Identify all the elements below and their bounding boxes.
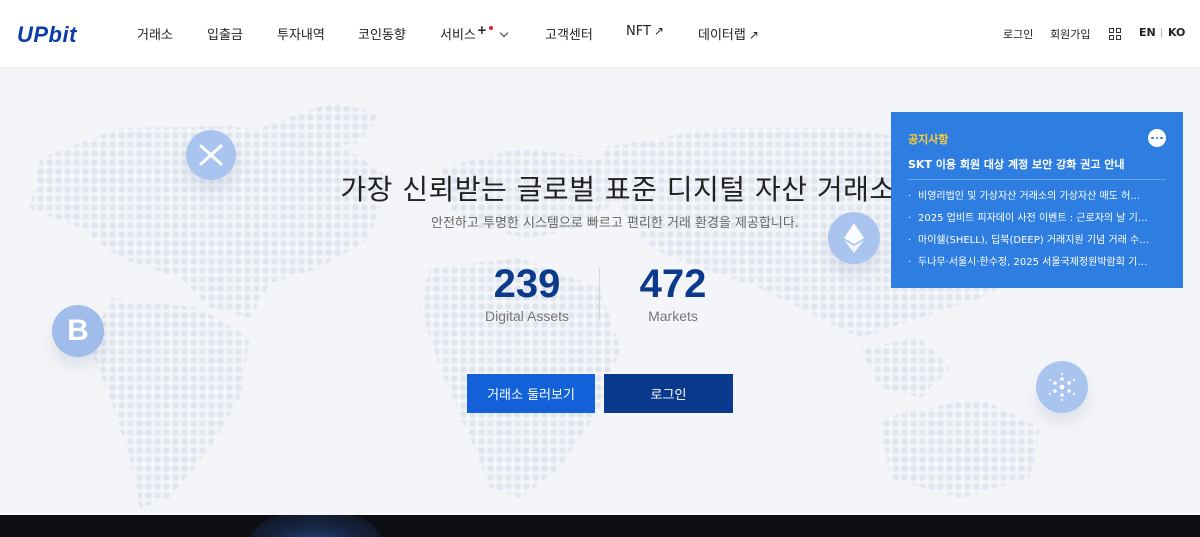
stat-digital-assets: 239 Digital Assets	[477, 262, 577, 324]
nav-customer-center[interactable]: 고객센터	[545, 24, 593, 43]
grid-icon[interactable]	[1109, 28, 1121, 40]
notice-label: 공지사항	[908, 133, 949, 146]
lang-en[interactable]: EN	[1139, 26, 1156, 39]
login-link[interactable]: 로그인	[1003, 26, 1033, 42]
bottom-section	[0, 515, 1200, 537]
hero-login-button[interactable]: 로그인	[604, 374, 733, 413]
nav-deposit-withdraw[interactable]: 입출금	[207, 24, 243, 43]
nav-nft[interactable]: NFT ↗	[626, 24, 664, 39]
chevron-down-icon	[499, 28, 509, 38]
notice-item[interactable]: 마이쉘(SHELL), 딥북(DEEP) 거래지원 기념 거래 수…	[908, 234, 1166, 256]
notice-list: 비영리법인 및 가상자산 거래소의 가상자산 매도 허… 2025 업비트 피자…	[908, 190, 1166, 278]
new-dot-icon	[488, 26, 493, 30]
signup-link[interactable]: 회원가입	[1050, 26, 1090, 42]
notice-headline[interactable]: SKT 이용 회원 대상 계정 보안 강화 권고 안내	[908, 156, 1125, 172]
nav-coin-trends[interactable]: 코인동향	[358, 24, 406, 43]
lang-ko[interactable]: KO	[1168, 26, 1185, 39]
nav-label: 거래소	[137, 28, 173, 43]
nav-label: 데이터랩	[698, 28, 746, 43]
stat-value: 239	[493, 262, 561, 306]
nav-services[interactable]: 서비스+	[440, 23, 509, 43]
notice-panel: 공지사항 SKT 이용 회원 대상 계정 보안 강화 권고 안내 비영리법인 및…	[891, 112, 1183, 288]
top-header: UPbit 거래소 입출금 투자내역 코인동향 서비스+ 고객센터 NFT ↗ 데…	[0, 0, 1200, 68]
upbit-logo[interactable]: UPbit	[17, 22, 77, 48]
nav-datalab[interactable]: 데이터랩 ↗	[698, 24, 759, 43]
notice-item[interactable]: 2025 업비트 피자데이 사전 이벤트 : 근로자의 날 기…	[908, 212, 1166, 234]
nav-label: 고객센터	[545, 28, 593, 43]
notice-item[interactable]: 두나무·서울시·한수정, 2025 서울국제정원박람회 기…	[908, 256, 1166, 278]
nav-label: 코인동향	[358, 28, 406, 43]
bitcoin-icon: B	[52, 305, 104, 357]
stat-divider	[599, 268, 600, 320]
cardano-icon	[1036, 361, 1088, 413]
notice-divider	[908, 179, 1166, 180]
nav-label: 투자내역	[277, 28, 325, 43]
device-image	[246, 515, 386, 537]
browse-exchange-button[interactable]: 거래소 둘러보기	[467, 374, 595, 413]
lang-divider	[1161, 28, 1162, 38]
stat-value: 472	[639, 262, 707, 306]
nav-label: 입출금	[207, 28, 243, 43]
stat-markets: 472 Markets	[623, 262, 723, 324]
external-link-icon: ↗	[748, 28, 759, 42]
nav-label: 서비스	[440, 28, 476, 43]
plus-badge: +	[476, 23, 487, 37]
stat-label: Digital Assets	[484, 308, 570, 324]
more-icon[interactable]	[1148, 129, 1166, 147]
external-link-icon: ↗	[653, 24, 664, 38]
stat-label: Markets	[648, 308, 698, 324]
notice-item[interactable]: 비영리법인 및 가상자산 거래소의 가상자산 매도 허…	[908, 190, 1166, 212]
nav-label: NFT	[626, 24, 651, 39]
nav-investment-history[interactable]: 투자내역	[277, 24, 325, 43]
nav-exchange[interactable]: 거래소	[137, 24, 173, 43]
